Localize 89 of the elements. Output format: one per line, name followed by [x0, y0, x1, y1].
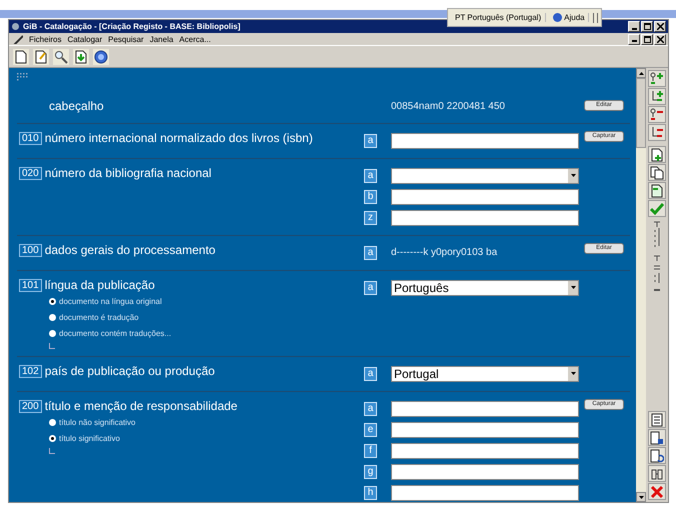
radio-button[interactable] [49, 418, 56, 426]
help-button[interactable]: Ajuda [550, 13, 589, 22]
field-tag: 010 [19, 132, 42, 144]
edit-document-button[interactable] [33, 48, 49, 64]
check-icon[interactable] [648, 200, 666, 217]
subfield-code: h [364, 486, 377, 500]
dropdown[interactable] [391, 168, 579, 184]
subfield-code: a [364, 366, 377, 380]
subfield-code: z [364, 210, 377, 224]
copy-document-button[interactable] [648, 164, 666, 181]
scrollbar-thumb[interactable] [636, 78, 646, 148]
minimize-button[interactable] [628, 21, 640, 32]
remove-node-button[interactable] [648, 106, 666, 123]
field-label: cabeçalho [48, 98, 105, 115]
field-value: d--------k y0pory0103 ba [391, 247, 498, 258]
subfield-code: f [364, 444, 377, 458]
lock-document-button[interactable] [648, 429, 666, 446]
field-tag: 020 [19, 166, 42, 180]
radio-option[interactable]: documento é tradução [49, 309, 364, 325]
input-field[interactable] [391, 464, 579, 480]
input-field[interactable] [391, 132, 579, 148]
dropdown[interactable]: Portugal [391, 366, 579, 382]
restore-button[interactable] [641, 34, 653, 44]
radio-button[interactable] [49, 314, 56, 320]
add-node-button[interactable] [648, 70, 666, 87]
radio-button[interactable] [49, 298, 56, 304]
app-icon [12, 23, 19, 30]
help-button[interactable] [93, 48, 109, 64]
field-tag: 102 [19, 364, 42, 378]
radio-option[interactable]: documento na língua original [49, 293, 364, 309]
import-button[interactable] [73, 48, 89, 64]
menu-item[interactable]: Pesquisar [108, 34, 144, 44]
field-label: número da bibliografia nacional [44, 166, 212, 180]
subfield-code: b [364, 190, 377, 204]
corner-icon [49, 343, 55, 349]
minimize-button[interactable] [628, 34, 640, 44]
input-field[interactable] [391, 484, 579, 500]
search-button[interactable] [53, 48, 69, 64]
help-icon [553, 13, 562, 22]
subfield-code: a [364, 246, 377, 260]
subfield-code: a [364, 280, 377, 294]
delete-button[interactable] [648, 483, 666, 500]
radio-button[interactable] [49, 330, 56, 336]
field-label: número internacional normalizado dos livros (isbn) [44, 131, 313, 145]
new-document-button[interactable] [13, 48, 29, 64]
menu-item[interactable]: Janela [150, 34, 174, 44]
new-document-button[interactable] [648, 182, 666, 199]
radio-option[interactable]: título não significativo [49, 414, 364, 430]
input-field[interactable] [391, 422, 579, 438]
subfield-code: a [364, 134, 377, 148]
menu-item[interactable]: Catalogar [67, 34, 102, 44]
subfield-code: a [364, 402, 377, 416]
field-label: dados gerais do processamento [44, 243, 216, 257]
window-title: GiB - Catalogação - [Criação Registo - BASE: Bibliopolis] [23, 22, 242, 31]
document-list-button[interactable] [648, 411, 666, 428]
maximize-button[interactable] [641, 21, 653, 32]
subfield-code: e [364, 422, 377, 436]
field-label: título e menção de responsabilidade [44, 399, 238, 413]
refresh-document-button[interactable] [648, 447, 666, 464]
add-child-node-button[interactable] [648, 88, 666, 105]
input-field[interactable] [391, 210, 579, 226]
field-tag: 100 [19, 244, 42, 256]
import-document-button[interactable] [648, 146, 666, 163]
input-field[interactable] [391, 188, 579, 204]
radio-option[interactable]: documento contém traduções... [49, 325, 364, 341]
scrollbar[interactable] [636, 68, 646, 502]
field-label: língua da publicação [44, 278, 155, 292]
subfield-code: a [364, 168, 377, 182]
dropdown[interactable]: Português [391, 280, 579, 296]
close-button[interactable] [654, 34, 666, 44]
input-field[interactable] [391, 400, 579, 416]
field-tag: 101 [19, 278, 42, 292]
tree-add-icon [650, 90, 664, 104]
menu-item[interactable]: Acerca... [179, 34, 211, 44]
radio-button[interactable] [49, 434, 56, 442]
subfield-code: g [364, 464, 377, 478]
tree-remove-icon [650, 126, 664, 140]
pen-icon [13, 34, 23, 44]
language-indicator[interactable]: PT Português (Portugal) [451, 13, 546, 22]
field-tag: 200 [19, 400, 42, 412]
remove-child-node-button[interactable] [648, 124, 666, 141]
input-field[interactable] [391, 442, 579, 458]
close-button[interactable] [654, 21, 666, 32]
field-label: país de publicação ou produção [44, 364, 215, 378]
options-icon[interactable] [592, 12, 598, 22]
radio-option[interactable]: título significativo [49, 430, 364, 446]
menu-item[interactable]: Ficheiros [29, 34, 62, 44]
field-value: 00854nam0 2200481 450 [391, 101, 505, 112]
corner-icon [49, 448, 55, 454]
